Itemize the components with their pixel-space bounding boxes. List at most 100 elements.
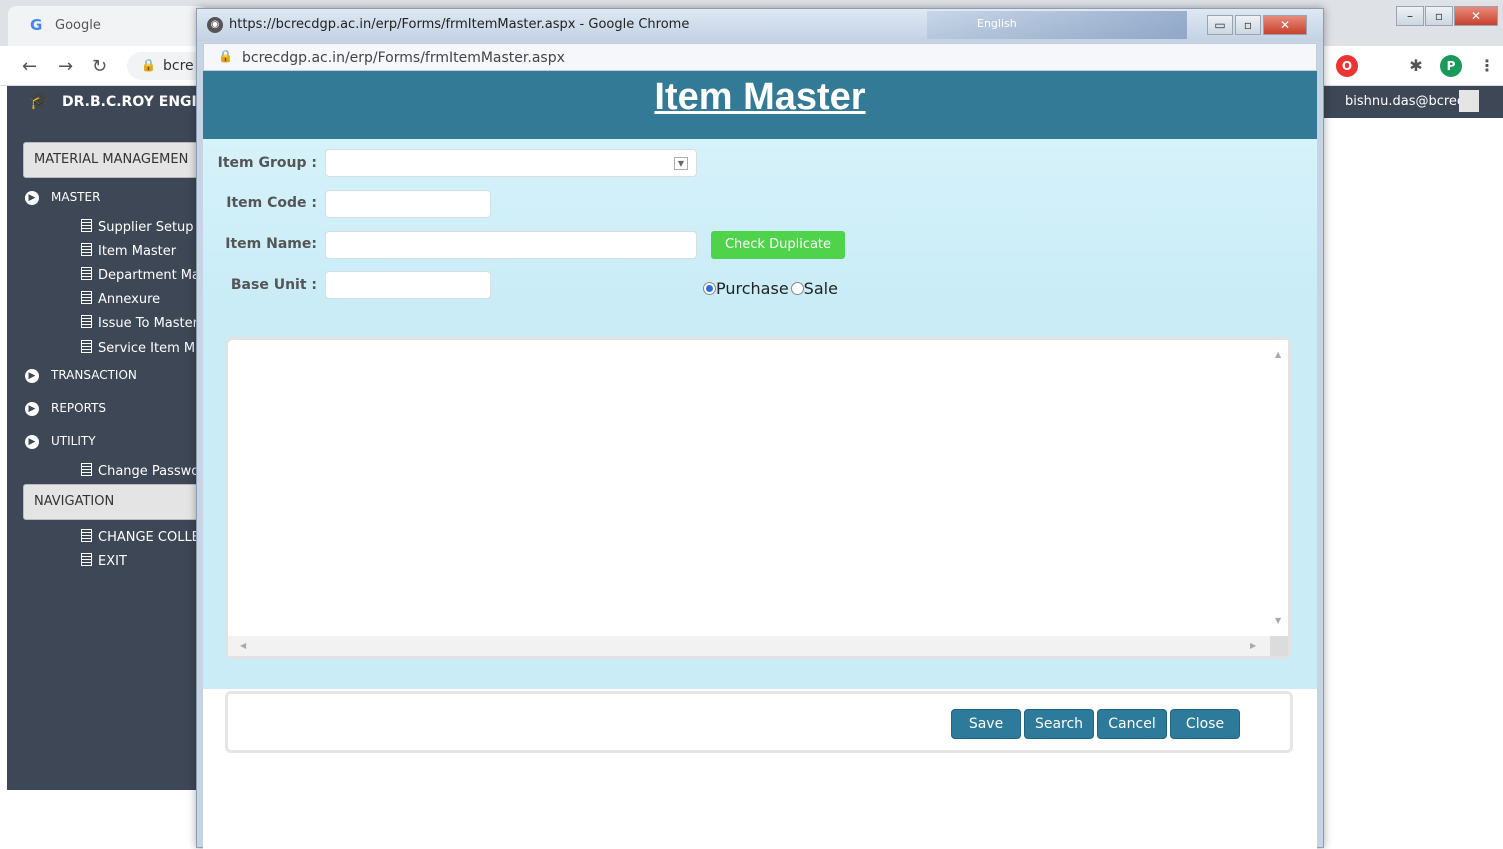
minimize-button[interactable]: – xyxy=(1396,6,1424,26)
menu-group-utility[interactable]: ▶ UTILITY xyxy=(25,434,96,449)
transaction-type-radio-group: Purchase Sale xyxy=(703,279,838,298)
items-grid[interactable]: ▲ ▼ ◀ ▶ xyxy=(225,337,1291,659)
reload-icon[interactable]: ↻ xyxy=(92,56,107,77)
address-bar[interactable]: 🔒 bcre xyxy=(127,52,207,80)
user-email[interactable]: bishnu.das@bcrec xyxy=(1345,94,1464,109)
scroll-right-icon[interactable]: ▶ xyxy=(1250,641,1256,650)
lock-icon: 🔒 xyxy=(218,49,233,63)
forward-icon[interactable]: → xyxy=(58,56,73,77)
sale-radio[interactable] xyxy=(790,282,804,295)
base-unit-label: Base Unit : xyxy=(230,277,317,293)
menu-group-transaction[interactable]: ▶ TRANSACTION xyxy=(25,368,137,383)
document-icon xyxy=(81,463,92,476)
menu-group-label: REPORTS xyxy=(51,401,107,415)
popup-window-title: https://bcrecdgp.ac.in/erp/Forms/frmItem… xyxy=(229,17,690,32)
purchase-radio-label: Purchase xyxy=(716,279,789,298)
sidebar-item-label: Item Master xyxy=(98,244,177,259)
base-unit-input[interactable] xyxy=(325,271,491,299)
user-avatar[interactable] xyxy=(1459,90,1479,112)
sidebar-item-issue-to-master[interactable]: Issue To Master xyxy=(81,315,198,331)
scroll-left-icon[interactable]: ◀ xyxy=(240,641,246,650)
item-code-input[interactable] xyxy=(325,190,491,218)
sidebar-item-exit[interactable]: EXIT xyxy=(81,553,127,569)
menu-group-reports[interactable]: ▶ REPORTS xyxy=(25,401,106,416)
grid-zone: ▲ ▼ ◀ ▶ xyxy=(203,309,1317,689)
scrollbar-corner xyxy=(1270,636,1288,656)
menu-group-label: MASTER xyxy=(51,190,101,204)
maximize-button[interactable]: ▫ xyxy=(1425,6,1453,26)
address-text: bcre xyxy=(163,58,194,74)
menu-group-label: UTILITY xyxy=(51,434,96,448)
document-icon xyxy=(81,315,92,328)
close-button[interactable]: Close xyxy=(1170,709,1240,739)
purchase-radio[interactable] xyxy=(703,282,716,295)
popup-restore-button[interactable]: ▭ xyxy=(1207,15,1233,35)
popup-close-button[interactable]: ✕ xyxy=(1263,15,1307,35)
check-duplicate-button[interactable]: Check Duplicate xyxy=(711,231,845,259)
menu-dots-icon[interactable]: ⋮ xyxy=(1476,55,1498,77)
back-icon[interactable]: ← xyxy=(22,56,37,77)
cancel-button[interactable]: Cancel xyxy=(1097,709,1167,739)
document-icon xyxy=(81,340,92,353)
close-window-button[interactable]: ✕ xyxy=(1454,6,1498,26)
sidebar-item-label: CHANGE COLLE xyxy=(98,530,200,545)
document-icon xyxy=(81,291,92,304)
opera-extension-icon[interactable]: O xyxy=(1336,55,1358,77)
sidebar-item-label: Supplier Setup xyxy=(98,220,194,235)
section-material-management[interactable]: MATERIAL MANAGEMEN xyxy=(23,142,223,178)
sidebar-item-department-master[interactable]: Department Ma xyxy=(81,267,200,283)
sidebar-item-change-college[interactable]: CHANGE COLLE xyxy=(81,529,200,545)
extensions-icon[interactable]: ✱ xyxy=(1405,55,1427,77)
graduation-cap-icon: 🎓 xyxy=(29,91,49,110)
page-content: Item Master Item Group : ▼ Item Code : I… xyxy=(203,71,1317,849)
sidebar-item-label: Department Ma xyxy=(98,268,200,283)
bullet-icon: ▶ xyxy=(25,434,39,449)
browser-tab-title: Google xyxy=(55,18,101,33)
item-form: Item Group : ▼ Item Code : Item Name: Ch… xyxy=(203,139,1317,309)
popup-titlebar[interactable]: ◉ https://bcrecdgp.ac.in/erp/Forms/frmIt… xyxy=(197,9,1323,41)
sidebar-item-label: Annexure xyxy=(98,292,161,307)
section-navigation[interactable]: NAVIGATION xyxy=(23,484,223,520)
taskbar-overlay xyxy=(927,11,1187,39)
profile-avatar[interactable]: P xyxy=(1440,55,1462,77)
sidebar: MATERIAL MANAGEMEN ▶ MASTER Supplier Setu… xyxy=(7,118,223,790)
popup-window: ◉ https://bcrecdgp.ac.in/erp/Forms/frmIt… xyxy=(196,8,1324,849)
language-indicator[interactable]: English xyxy=(977,17,1017,30)
document-icon xyxy=(81,219,92,232)
title-bar: Item Master xyxy=(203,71,1317,139)
document-icon xyxy=(81,553,92,566)
scroll-down-icon[interactable]: ▼ xyxy=(1275,616,1281,625)
sidebar-item-item-master[interactable]: Item Master xyxy=(81,243,176,259)
item-group-label: Item Group : xyxy=(217,155,317,171)
popup-address-bar[interactable]: 🔒 bcrecdgp.ac.in/erp/Forms/frmItemMaster… xyxy=(203,43,1317,71)
item-group-select[interactable]: ▼ xyxy=(325,149,697,177)
popup-address-text: bcrecdgp.ac.in/erp/Forms/frmItemMaster.a… xyxy=(242,50,565,66)
bullet-icon: ▶ xyxy=(25,401,39,416)
menu-group-label: TRANSACTION xyxy=(51,368,137,382)
document-icon xyxy=(81,243,92,256)
action-bar: Save Search Cancel Close xyxy=(225,691,1293,753)
bullet-icon: ▶ xyxy=(25,190,39,205)
google-icon: G xyxy=(30,16,43,34)
sidebar-item-change-password[interactable]: Change Passwor xyxy=(81,463,205,479)
item-code-label: Item Code : xyxy=(226,195,317,211)
item-name-input[interactable] xyxy=(325,231,697,259)
institution-name: DR.B.C.ROY ENGIN xyxy=(62,94,209,110)
horizontal-scrollbar[interactable]: ◀ ▶ xyxy=(228,636,1270,656)
item-name-label: Item Name: xyxy=(225,236,317,252)
bullet-icon: ▶ xyxy=(25,368,39,383)
menu-group-master[interactable]: ▶ MASTER xyxy=(25,190,100,205)
sidebar-item-service-item-master[interactable]: Service Item Ma xyxy=(81,340,203,356)
sidebar-item-label: EXIT xyxy=(98,554,127,569)
popup-maximize-button[interactable]: ▫ xyxy=(1235,15,1261,35)
page-title: Item Master xyxy=(654,76,866,118)
scroll-up-icon[interactable]: ▲ xyxy=(1275,350,1281,359)
sale-radio-label: Sale xyxy=(803,279,838,298)
save-button[interactable]: Save xyxy=(951,709,1021,739)
sidebar-item-annexure[interactable]: Annexure xyxy=(81,291,160,307)
vertical-scrollbar[interactable]: ▲ ▼ xyxy=(1270,340,1288,636)
search-button[interactable]: Search xyxy=(1024,709,1094,739)
chrome-icon: ◉ xyxy=(207,17,223,33)
sidebar-item-supplier-setup[interactable]: Supplier Setup xyxy=(81,219,194,235)
sidebar-item-label: Issue To Master xyxy=(98,316,198,331)
